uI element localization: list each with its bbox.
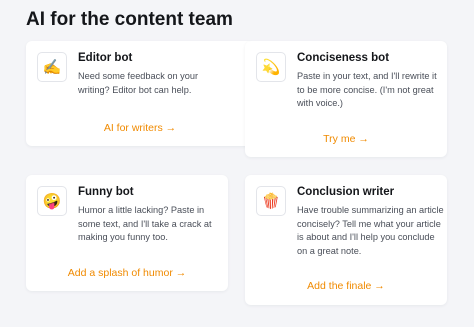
card-description: Need some feedback on your writing? Edit… (78, 71, 199, 95)
page-title: AI for the content team (26, 9, 233, 30)
card-title: Conciseness bot (297, 52, 390, 64)
conciseness-bot-card[interactable]: 💫 Conciseness bot Paste in your text, an… (245, 41, 447, 157)
ai-for-writers-link[interactable]: AI for writers → (26, 122, 254, 134)
zany-face-icon: 🤪 (37, 186, 67, 216)
dizzy-icon: 💫 (256, 52, 286, 82)
card-description: Have trouble summarizing an article conc… (297, 205, 444, 256)
writing-hand-icon: ✍️ (37, 52, 67, 82)
card-title: Conclusion writer (297, 186, 395, 198)
conclusion-writer-card[interactable]: 🍿 Conclusion writer Have trouble summari… (245, 175, 447, 305)
try-me-link[interactable]: Try me → (245, 133, 447, 145)
card-description: Paste in your text, and I'll rewrite it … (297, 71, 437, 108)
funny-bot-card[interactable]: 🤪 Funny bot Humor a little lacking? Past… (26, 175, 228, 291)
editor-bot-card[interactable]: ✍️ Editor bot Need some feedback on your… (26, 41, 254, 146)
card-title: Editor bot (78, 52, 133, 64)
add-finale-link[interactable]: Add the finale → (245, 280, 447, 292)
popcorn-icon: 🍿 (256, 186, 286, 216)
card-description: Humor a little lacking? Paste in some te… (78, 205, 212, 242)
add-humor-link[interactable]: Add a splash of humor → (26, 267, 228, 279)
card-title: Funny bot (78, 186, 134, 198)
